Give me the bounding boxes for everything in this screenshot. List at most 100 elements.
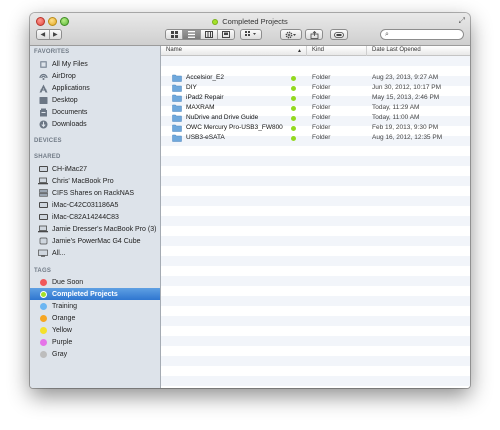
sidebar-item-all-my-files[interactable]: All My Files — [30, 58, 160, 70]
coverflow-view-button[interactable] — [217, 30, 234, 39]
sidebar-item-shared[interactable]: Jamie Dresser's MacBook Pro (3) — [30, 223, 160, 235]
back-button[interactable]: ◀ — [37, 30, 50, 39]
sidebar-item-label: CH-iMac27 — [52, 165, 88, 173]
back-forward-control: ◀ ▶ — [36, 29, 62, 40]
sidebar-tag-purple[interactable]: Purple — [30, 336, 160, 348]
column-name-header[interactable]: Name — [166, 47, 182, 53]
sidebar-item-downloads[interactable]: Downloads — [30, 118, 160, 130]
view-mode-control — [165, 29, 235, 40]
window-title-text: Completed Projects — [222, 17, 288, 26]
sidebar-tag-due-soon[interactable]: Due Soon — [30, 276, 160, 288]
server-icon — [38, 189, 48, 198]
action-button[interactable] — [280, 29, 302, 40]
sidebar-item-desktop[interactable]: Desktop — [30, 94, 160, 106]
title-bar: Completed Projects ⤢ ◀ ▶ ⌕ — [30, 13, 470, 46]
sidebar-tag-training[interactable]: Training — [30, 300, 160, 312]
sidebar-item-label: CIFS Shares on RackNAS — [52, 189, 135, 197]
tag-dot-icon — [39, 290, 47, 298]
column-view-button[interactable] — [200, 30, 218, 39]
table-row[interactable]: USB3-eSATA Folder Aug 16, 2012, 12:35 PM — [161, 133, 470, 143]
column-date-header[interactable]: Date Last Opened — [372, 47, 421, 53]
arrange-icon — [245, 31, 256, 36]
all-files-icon — [38, 60, 48, 69]
search-field[interactable]: ⌕ — [380, 29, 464, 40]
tag-dot-icon — [39, 326, 47, 334]
sidebar-item-airdrop[interactable]: AirDrop — [30, 70, 160, 82]
sort-indicator-icon[interactable]: ▲ — [297, 48, 302, 54]
sidebar-tag-completed-projects[interactable]: Completed Projects — [30, 288, 160, 300]
sidebar-item-shared-all[interactable]: All... — [30, 247, 160, 259]
sidebar-item-label: iMac-C82A14244C83 — [52, 213, 119, 221]
table-row[interactable]: Accelsior_E2 Folder Aug 23, 2013, 9:27 A… — [161, 73, 470, 83]
icon-view-icon — [170, 31, 178, 38]
table-row[interactable]: iPad2 Repair Folder May 15, 2013, 2:46 P… — [161, 93, 470, 103]
sidebar-item-shared[interactable]: CH-iMac27 — [30, 163, 160, 175]
tag-dot-icon — [39, 350, 47, 358]
tag-icon — [334, 31, 344, 38]
sidebar-item-documents[interactable]: Documents — [30, 106, 160, 118]
documents-icon — [38, 108, 48, 117]
icon-view-button[interactable] — [166, 30, 184, 39]
sidebar-item-label: AirDrop — [52, 72, 76, 80]
tags-button[interactable] — [330, 29, 348, 40]
tag-dot-icon — [39, 338, 47, 346]
list-view-icon — [187, 31, 195, 38]
folder-icon — [172, 114, 182, 122]
sidebar-tag-orange[interactable]: Orange — [30, 312, 160, 324]
sidebar-item-label: Orange — [52, 314, 76, 322]
sidebar-item-label: Training — [52, 302, 78, 310]
sidebar-item-shared[interactable]: Chris' MacBook Pro — [30, 175, 160, 187]
sidebar-item-label: Due Soon — [52, 278, 84, 286]
table-row[interactable]: MAXRAM Folder Today, 11:29 AM — [161, 103, 470, 113]
sidebar-item-shared[interactable]: iMac-C82A14244C83 — [30, 211, 160, 223]
share-icon — [310, 30, 318, 39]
fullscreen-icon[interactable]: ⤢ — [459, 16, 465, 26]
sidebar-item-shared[interactable]: CIFS Shares on RackNAS — [30, 187, 160, 199]
folder-icon — [172, 124, 182, 132]
imac-icon — [38, 201, 48, 210]
file-date: Jun 30, 2012, 10:17 PM — [372, 84, 442, 91]
column-kind-header[interactable]: Kind — [312, 47, 324, 53]
tag-dot-icon — [39, 314, 47, 322]
sidebar-item-label: Applications — [52, 84, 90, 92]
folder-icon — [172, 134, 182, 142]
file-name: MAXRAM — [186, 104, 215, 111]
sidebar-item-label: Desktop — [52, 96, 78, 104]
sidebar-item-label: All... — [52, 249, 66, 257]
file-name: DIY — [186, 84, 197, 91]
tag-dot-icon — [39, 302, 47, 310]
computer-icon — [38, 165, 48, 174]
sidebar-item-label: Chris' MacBook Pro — [52, 177, 114, 185]
sidebar-item-shared[interactable]: iMac-C42C031186A5 — [30, 199, 160, 211]
table-row[interactable]: DIY Folder Jun 30, 2012, 10:17 PM — [161, 83, 470, 93]
column-view-icon — [204, 31, 213, 38]
airdrop-icon — [38, 72, 48, 81]
sidebar-item-label: Gray — [52, 350, 68, 358]
sidebar-tag-yellow[interactable]: Yellow — [30, 324, 160, 336]
sidebar-item-label: iMac-C42C031186A5 — [52, 201, 119, 209]
share-button[interactable] — [305, 29, 323, 40]
file-date: Today, 11:29 AM — [372, 104, 420, 111]
forward-button[interactable]: ▶ — [49, 30, 61, 39]
sidebar: FAVORITES All My Files AirDrop Applicati… — [30, 46, 161, 388]
tag-dot-icon — [291, 85, 296, 91]
sidebar-item-label: Jamie Dresser's MacBook Pro (3) — [52, 225, 157, 233]
file-kind: Folder — [312, 84, 331, 91]
title-tag-dot-icon — [212, 19, 219, 25]
cube-icon — [38, 237, 48, 246]
file-name: OWC Mercury Pro-USB3_FW800 — [186, 124, 283, 131]
search-input[interactable] — [392, 30, 460, 39]
table-row[interactable]: NuDrive and Drive Guide Folder Today, 11… — [161, 113, 470, 123]
sidebar-item-applications[interactable]: Applications — [30, 82, 160, 94]
applications-icon — [38, 84, 48, 93]
file-kind: Folder — [312, 74, 331, 81]
sidebar-item-shared[interactable]: Jamie's PowerMac G4 Cube — [30, 235, 160, 247]
table-row[interactable]: OWC Mercury Pro-USB3_FW800 Folder Feb 19… — [161, 123, 470, 133]
file-name: Accelsior_E2 — [186, 74, 224, 81]
laptop-icon — [38, 177, 48, 186]
file-name: USB3-eSATA — [186, 134, 225, 141]
sidebar-tag-gray[interactable]: Gray — [30, 348, 160, 360]
arrange-button[interactable] — [240, 29, 262, 40]
tag-dot-icon — [39, 278, 47, 286]
list-view-button[interactable] — [183, 30, 201, 39]
